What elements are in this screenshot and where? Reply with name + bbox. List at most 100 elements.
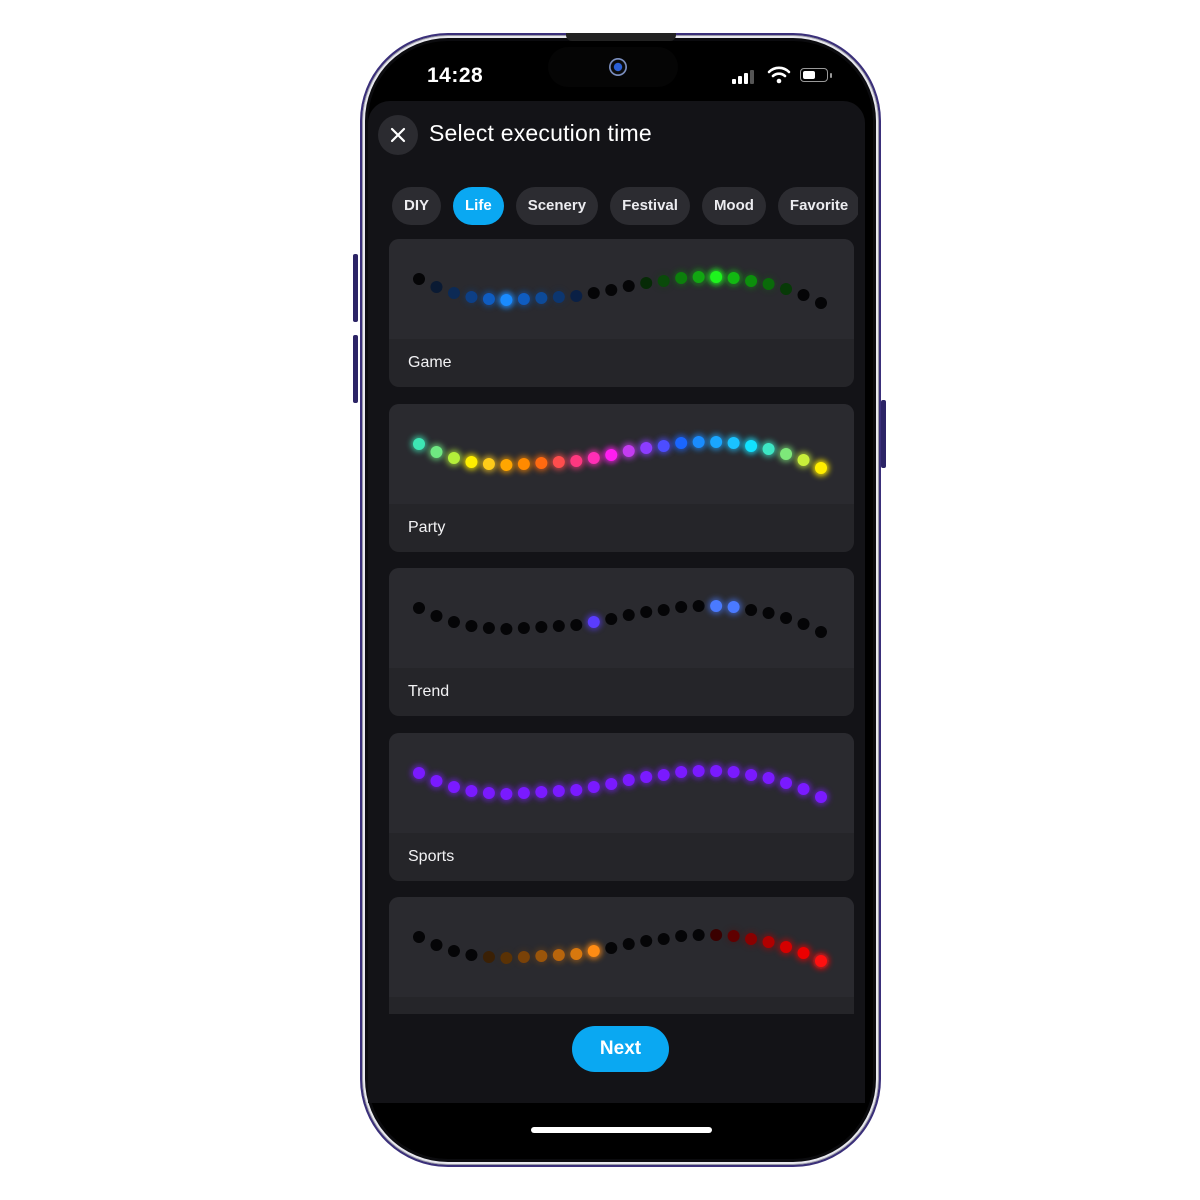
light-dot <box>430 281 443 293</box>
effect-label: Sports <box>408 848 455 865</box>
light-dot <box>727 437 740 449</box>
tab-festival[interactable]: Festival <box>610 187 690 225</box>
light-dot <box>500 788 513 800</box>
speaker-grille <box>566 33 676 41</box>
light-dot <box>780 283 793 295</box>
light-dot <box>780 612 793 624</box>
light-dot <box>762 607 775 619</box>
light-dot <box>745 440 758 452</box>
light-dot <box>657 933 670 945</box>
light-dot <box>657 440 670 452</box>
light-dot <box>447 945 460 957</box>
light-dot <box>605 449 618 461</box>
light-dot <box>797 289 810 301</box>
volume-up-button <box>353 254 358 322</box>
tab-mood[interactable]: Mood <box>701 187 766 225</box>
light-dot <box>430 446 443 458</box>
light-dot <box>517 951 530 963</box>
light-dot <box>710 271 723 283</box>
next-button[interactable]: Next <box>572 1026 669 1072</box>
battery-level <box>803 71 815 79</box>
light-preview <box>413 928 829 969</box>
power-button <box>881 400 886 468</box>
camera-icon <box>609 58 627 76</box>
light-dot <box>413 438 425 450</box>
light-dot <box>605 284 618 296</box>
light-dot <box>745 275 758 287</box>
effect-card-sports[interactable]: Sports <box>389 733 854 881</box>
effect-card-trend[interactable]: Trend <box>389 568 854 716</box>
light-dot <box>727 272 740 284</box>
light-dot <box>692 271 705 283</box>
light-dot <box>413 602 425 614</box>
light-dot <box>587 616 600 628</box>
light-dot <box>780 777 793 789</box>
effect-list[interactable]: Game Party Trend Sports <box>389 239 854 1014</box>
light-dot <box>675 272 688 284</box>
light-dot <box>413 931 425 943</box>
light-dot <box>517 787 530 799</box>
light-dot <box>605 778 618 790</box>
light-dot <box>692 929 705 941</box>
light-dot <box>535 950 548 962</box>
light-dot <box>675 930 688 942</box>
light-dot <box>815 955 827 967</box>
light-dot <box>517 622 530 634</box>
light-dot <box>675 437 688 449</box>
light-dot <box>640 442 653 454</box>
light-dot <box>465 620 478 632</box>
light-preview <box>411 763 829 805</box>
light-dot <box>622 445 635 457</box>
battery-icon <box>800 68 832 82</box>
light-dot <box>640 771 653 783</box>
effect-label: Party <box>408 519 446 536</box>
tab-scenery[interactable]: Scenery <box>515 187 599 225</box>
light-dot <box>710 600 723 612</box>
light-dot <box>675 766 688 778</box>
light-dot <box>500 952 513 964</box>
close-button[interactable] <box>378 115 418 155</box>
light-dot <box>657 275 670 287</box>
light-dot <box>413 273 425 285</box>
effect-card-5[interactable] <box>389 897 854 1014</box>
light-preview <box>411 434 829 476</box>
light-dot <box>640 277 653 289</box>
light-preview <box>413 269 827 309</box>
light-dot <box>447 781 460 793</box>
light-dot <box>500 623 513 635</box>
light-dot <box>500 294 513 306</box>
tab-diy[interactable]: DIY <box>392 187 442 225</box>
light-dot <box>482 293 495 305</box>
light-dot <box>535 786 548 798</box>
light-dot <box>413 767 425 779</box>
light-dot <box>797 947 810 959</box>
light-dot <box>465 785 478 797</box>
light-dot <box>692 436 705 448</box>
light-dot <box>465 291 478 303</box>
light-dot <box>815 462 827 474</box>
effect-label: Trend <box>408 683 450 700</box>
light-dot <box>535 292 548 304</box>
light-dot <box>465 949 478 961</box>
light-dot <box>535 621 548 633</box>
light-dot <box>605 942 618 954</box>
wifi-icon <box>767 66 791 84</box>
light-dot <box>430 939 443 951</box>
tab-life[interactable]: Life <box>453 187 504 225</box>
effect-card-game[interactable]: Game <box>389 239 854 387</box>
tab-favorite[interactable]: Favorite <box>777 187 858 225</box>
light-dot <box>657 769 670 781</box>
light-dot <box>622 774 635 786</box>
light-dot <box>727 601 740 613</box>
light-dot <box>797 454 810 466</box>
light-dot <box>657 604 670 616</box>
effect-card-party[interactable]: Party <box>389 404 854 552</box>
light-dot <box>517 293 530 305</box>
light-dot <box>482 622 495 634</box>
home-indicator[interactable] <box>531 1127 712 1133</box>
close-icon <box>390 127 406 143</box>
light-dot <box>552 456 565 468</box>
light-dot <box>570 784 583 796</box>
page-title: Select execution time <box>429 120 652 146</box>
light-dot <box>762 443 775 455</box>
